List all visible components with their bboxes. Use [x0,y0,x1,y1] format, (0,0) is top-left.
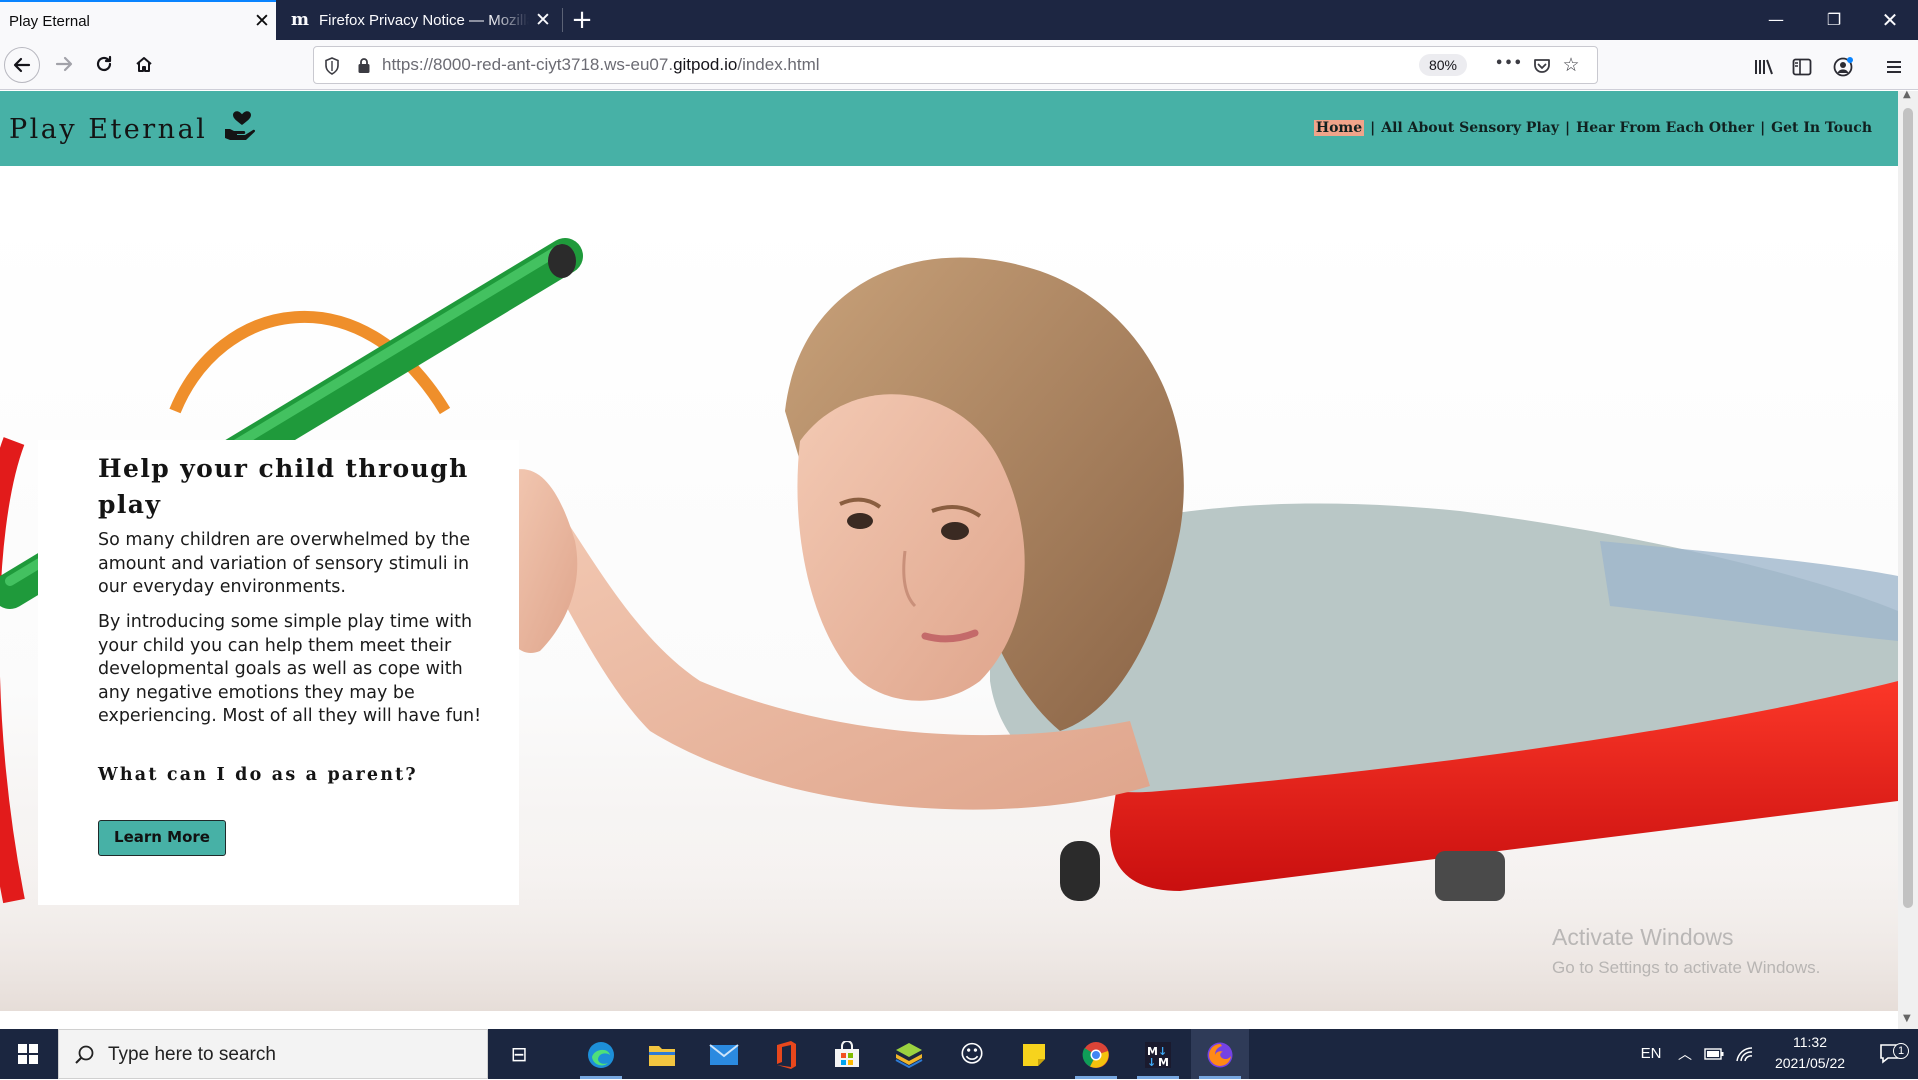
close-window-button[interactable]: ✕ [1862,0,1918,40]
account-avatar-icon[interactable] [1827,49,1859,81]
address-bar[interactable]: https://8000-red-ant-ciyt3718.ws-eu07.gi… [313,46,1598,84]
pocket-icon[interactable] [1528,47,1556,83]
search-icon [75,1045,94,1064]
battery-icon[interactable] [1700,1029,1728,1079]
edge-icon[interactable] [572,1029,630,1079]
task-view-icon[interactable]: ⊟ [490,1029,548,1079]
tab-play-eternal[interactable]: Play Eternal ✕ [0,0,276,40]
action-center-button[interactable]: 1 [1868,1029,1914,1079]
sidebar-toggle-icon[interactable] [1786,49,1818,81]
reload-icon [96,55,112,71]
activate-windows-watermark-title: Activate Windows [1552,924,1734,950]
hand-holding-heart-icon [225,111,256,140]
nav-separator: | [1370,120,1376,136]
tracking-protection-shield-icon[interactable] [318,47,346,83]
scroll-up-arrow-icon[interactable]: ▲ [1903,89,1911,100]
taskbar-search-box[interactable]: Type here to search [58,1029,488,1079]
mozilla-favicon-icon: m [291,10,309,30]
tab-title: Play Eternal [9,12,90,30]
start-button[interactable] [0,1029,56,1079]
windows-taskbar: Type here to search ⊟ ☺ M ↓ ↓ M EN ︿ 11:32 … [0,1029,1918,1079]
hero-paragraph-2: By introducing some simple play time wit… [98,612,482,726]
sticky-notes-icon[interactable] [1005,1029,1063,1079]
scroll-down-arrow-icon[interactable]: ▼ [1903,1013,1911,1024]
activate-windows-watermark-text: Go to Settings to activate Windows. [1552,958,1821,977]
chrome-icon[interactable] [1067,1029,1125,1079]
wifi-icon[interactable] [1731,1029,1759,1079]
taskbar-clock[interactable]: 11:32 2021/05/22 [1760,1032,1860,1074]
close-tab-icon[interactable]: ✕ [529,9,557,32]
svg-text:M: M [1158,1056,1169,1069]
url-prefix: https://8000-red-ant-ciyt3718.ws-eu07. [382,55,674,74]
nav-link-home[interactable]: Home [1313,120,1365,136]
browser-toolbar: https://8000-red-ant-ciyt3718.ws-eu07.gi… [0,40,1918,90]
search-placeholder: Type here to search [108,1044,276,1065]
firefox-icon[interactable] [1191,1029,1249,1079]
clock-time: 11:32 [1793,1034,1827,1050]
restore-button[interactable]: ❐ [1806,0,1862,40]
back-arrow-icon [13,57,31,73]
hero-section: Help your child through play So many chi… [0,211,1898,1011]
tab-divider [562,8,563,32]
tab-firefox-privacy-notice[interactable]: m Firefox Privacy Notice — Mozilla ✕ [279,0,557,40]
zoom-level-badge[interactable]: 80% [1419,54,1467,76]
bluestacks-icon[interactable] [880,1029,938,1079]
page-actions-menu-icon[interactable]: ••• [1495,46,1523,82]
feedback-hub-icon[interactable]: ☺ [943,1029,1001,1079]
nav-separator: | [1760,120,1766,136]
windows-logo-icon [18,1044,38,1064]
reload-button[interactable] [86,47,122,83]
forward-button[interactable] [46,47,82,83]
hero-card: Help your child through play So many chi… [38,440,519,905]
lock-icon[interactable] [350,47,378,83]
clock-date: 2021/05/22 [1774,1055,1846,1071]
home-button[interactable] [126,47,162,83]
learn-more-button[interactable]: Learn More [98,820,226,856]
minimize-button[interactable]: — [1748,0,1804,40]
hero-subheading: What can I do as a parent? [98,765,418,785]
notification-count-badge: 1 [1893,1043,1909,1059]
new-tab-button[interactable]: + [567,3,597,37]
library-icon[interactable] [1748,49,1780,81]
site-logo[interactable]: Play Eternal [9,111,260,145]
nav-separator: | [1564,120,1571,136]
tab-title: Firefox Privacy Notice — Mozilla [319,11,529,29]
file-explorer-icon[interactable] [633,1029,691,1079]
svg-text:↓: ↓ [1147,1056,1156,1069]
back-button[interactable] [4,47,40,83]
mail-icon[interactable] [695,1029,753,1079]
home-icon [136,56,152,72]
bookmark-star-icon[interactable]: ☆ [1557,47,1585,83]
url-path: /index.html [737,55,820,74]
url-domain: gitpod.io [673,55,738,74]
browser-tab-strip: Play Eternal ✕ m Firefox Privacy Notice … [0,0,1918,40]
input-language-indicator[interactable]: EN [1636,1029,1666,1079]
nav-link-get-in-touch[interactable]: Get In Touch [1771,120,1872,136]
hero-paragraph-1: So many children are overwhelmed by the … [98,530,471,597]
hero-heading: Help your child through play [98,454,469,519]
nav-link-all-about-sensory-play[interactable]: All About Sensory Play [1381,120,1559,136]
office-icon[interactable] [757,1029,815,1079]
nav-link-hear-from-each-other[interactable]: Hear From Each Other [1576,120,1754,136]
site-nav: Home | All About Sensory Play | Hear Fro… [1313,120,1872,136]
markdown-editor-icon[interactable]: M ↓ ↓ M [1129,1029,1187,1079]
show-hidden-icons-chevron-icon[interactable]: ︿ [1672,1029,1698,1079]
url-text: https://8000-red-ant-ciyt3718.ws-eu07.gi… [382,47,820,83]
logo-text: Play Eternal [9,114,208,145]
hamburger-menu-icon[interactable] [1878,49,1910,81]
forward-arrow-icon [55,56,73,71]
close-tab-icon[interactable]: ✕ [248,10,276,33]
microsoft-store-icon[interactable] [818,1029,876,1079]
page-viewport: Play Eternal Home | All About Sensory Pl… [0,91,1898,1029]
scrollbar-thumb[interactable] [1903,108,1913,908]
site-header: Play Eternal Home | All About Sensory Pl… [0,91,1898,166]
